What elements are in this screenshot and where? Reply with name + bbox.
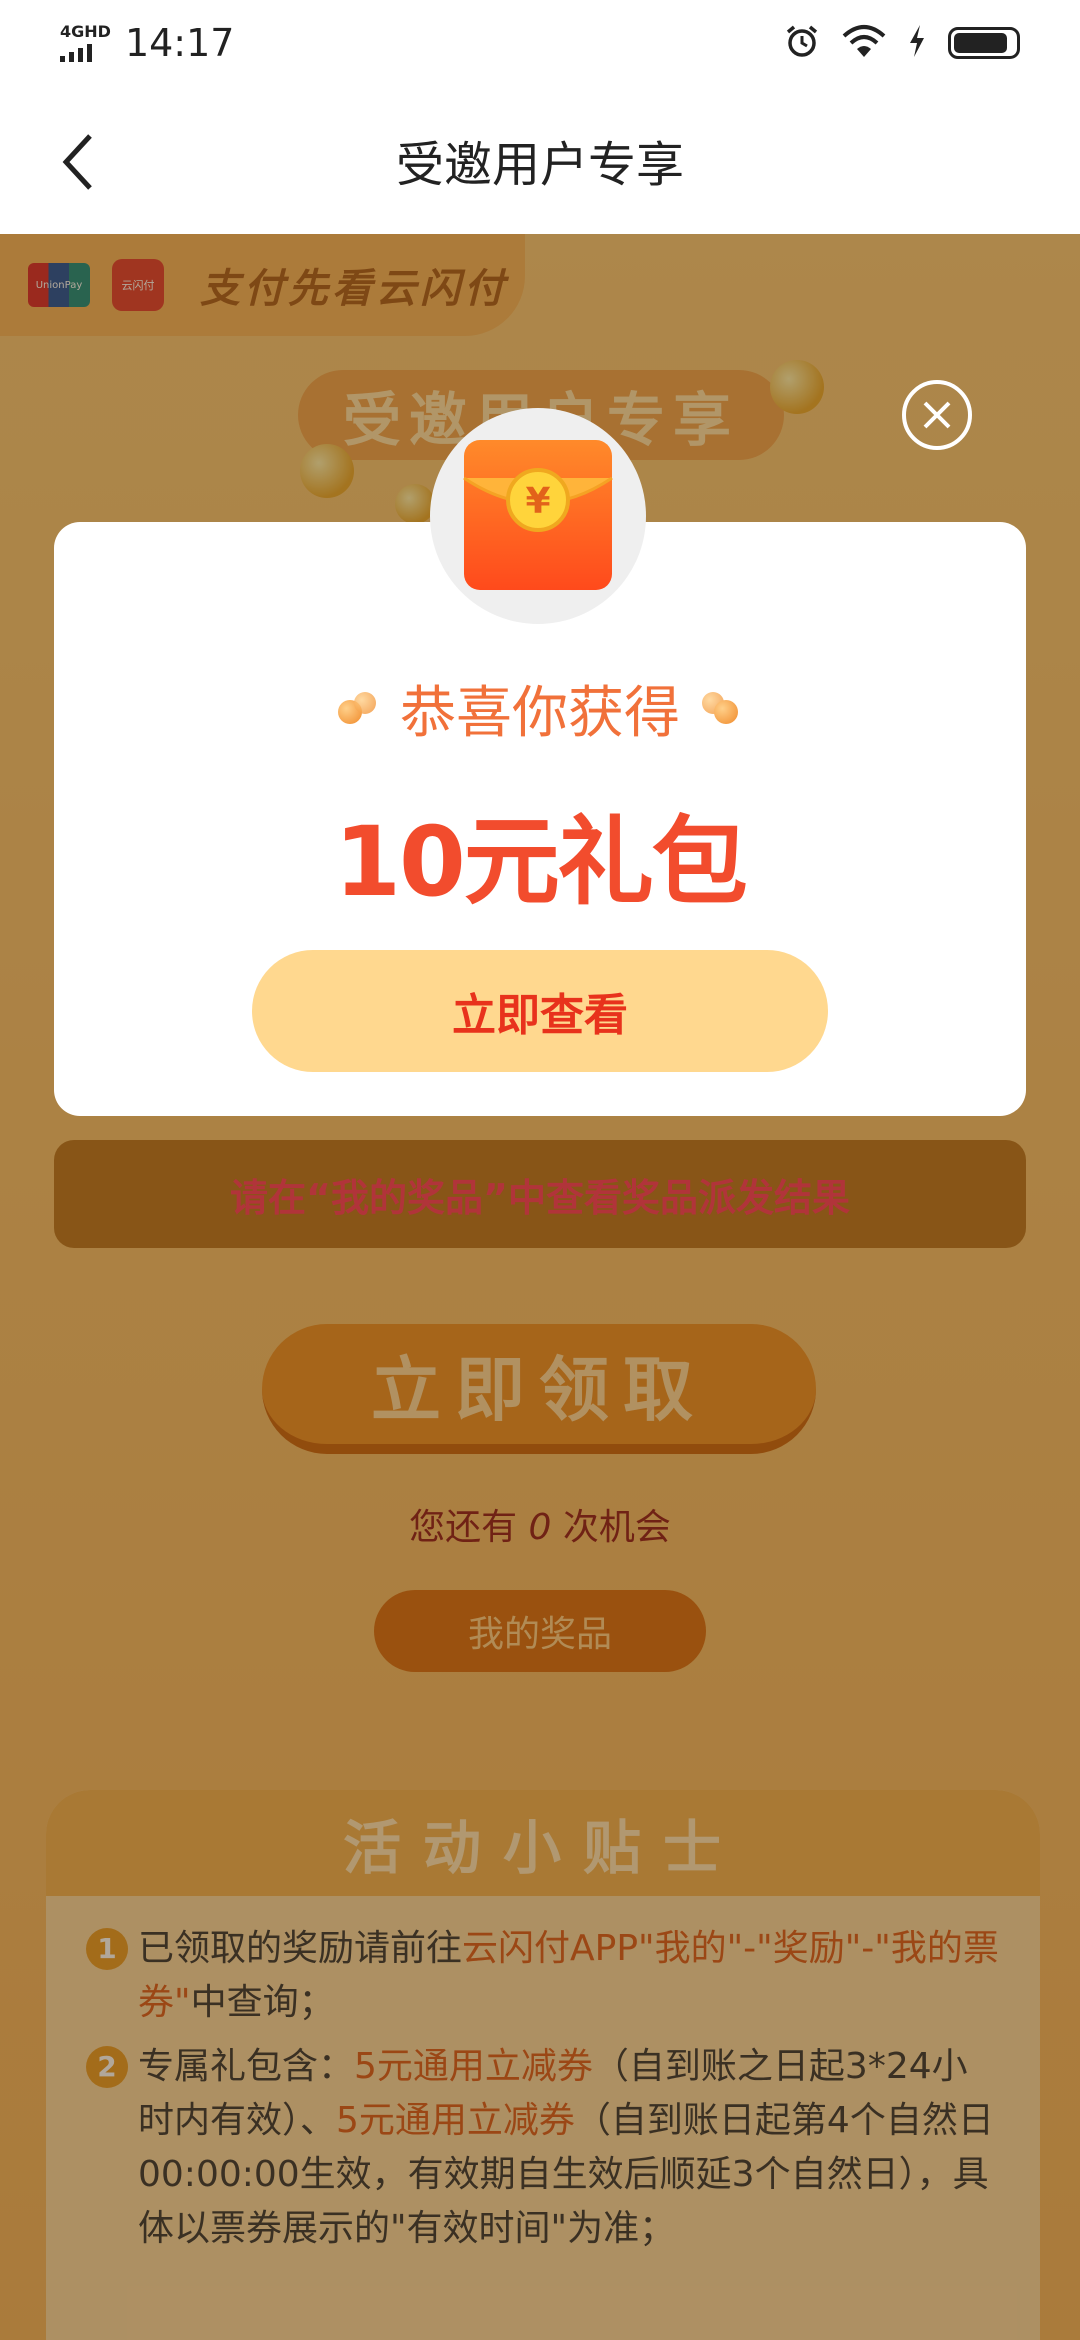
signal-icon <box>60 42 92 62</box>
page-title: 受邀用户专享 <box>395 137 684 193</box>
wifi-icon <box>842 24 886 62</box>
network-type: 4GHD <box>60 22 111 41</box>
status-time: 14:17 <box>124 21 235 65</box>
charging-icon <box>908 25 926 61</box>
svg-text:¥: ¥ <box>525 481 550 522</box>
gift-badge: ¥ <box>430 408 646 624</box>
network-indicator: 4GHD <box>60 24 111 62</box>
chevron-left-icon <box>62 134 92 190</box>
congrats-text: 恭喜你获得 <box>400 681 680 746</box>
nav-header: 受邀用户专享 <box>0 86 1080 234</box>
status-bar: 4GHD 14:17 <box>0 0 1080 86</box>
congrats-row: 恭喜你获得 <box>54 668 1026 749</box>
sparkle-icon <box>698 691 742 726</box>
battery-icon <box>948 27 1020 59</box>
close-button[interactable] <box>902 380 972 450</box>
close-icon <box>923 401 951 429</box>
prize-title: 10元礼包 <box>334 806 748 918</box>
red-envelope-icon: ¥ <box>463 440 613 590</box>
alarm-icon <box>784 23 820 63</box>
back-button[interactable] <box>38 122 118 202</box>
view-now-button[interactable]: 立即查看 <box>252 950 828 1072</box>
sparkle-icon <box>338 691 382 726</box>
